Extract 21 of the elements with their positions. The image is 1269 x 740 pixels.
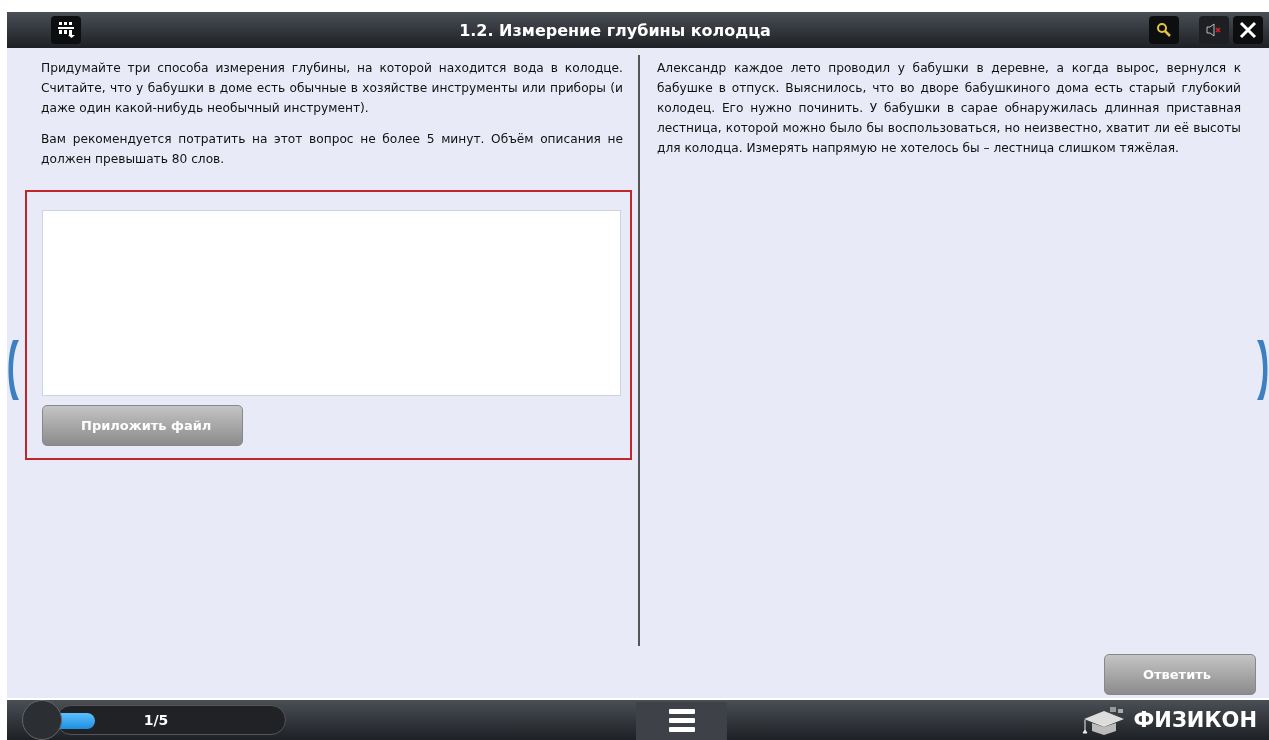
search-icon <box>1156 22 1172 38</box>
close-button[interactable] <box>1233 16 1263 44</box>
contents-button[interactable] <box>51 16 81 44</box>
attach-file-button[interactable]: Приложить файл <box>42 405 243 446</box>
task-text: Вам рекомендуется потратить на этот вопрос не более 5 минут. Объём описания не должен превышать 80 слов. <box>41 131 623 168</box>
previous-arrow-icon[interactable] <box>7 340 21 400</box>
grid-icon <box>57 21 75 39</box>
close-icon <box>1239 21 1257 39</box>
menu-button[interactable] <box>636 702 727 740</box>
submit-button[interactable]: Ответить <box>1104 654 1256 695</box>
search-button[interactable] <box>1149 16 1179 44</box>
menu-icon <box>668 708 695 734</box>
muted-speaker-icon <box>1205 22 1223 38</box>
window-title: 1.2. Измерение глубины колодца <box>458 20 772 40</box>
next-arrow-icon[interactable] <box>1255 340 1269 400</box>
task-text: Придумайте три способа измерения глубины, на которой находится вода в колодце. Считайте, что у бабушки в доме есть обычные в хозяйстве инструменты или приборы (и даже один какой-нибудь необычный инструмент). <box>41 60 623 117</box>
logo-text: ФИЗИКОН <box>1133 708 1257 732</box>
story-text: Александр каждое лето проводил у бабушки в деревне, а когда вырос, вернулся к бабушке в отпуск. Выяснилось, что во дворе бабушкиного дома есть старый глубокий колодец. Его нужно починить. У бабушки в сарае обнаружилась длинная приставная лестница, которой можно было бы воспользоваться, но неизвестно, хватит ли её высоты для колодца. Измерять напрямую не хотелось бы – лестница слишком тяжёлая. <box>657 60 1241 157</box>
progress-label: 1/5 <box>143 712 169 728</box>
answer-field[interactable] <box>42 210 621 396</box>
progress-knob <box>22 700 62 740</box>
